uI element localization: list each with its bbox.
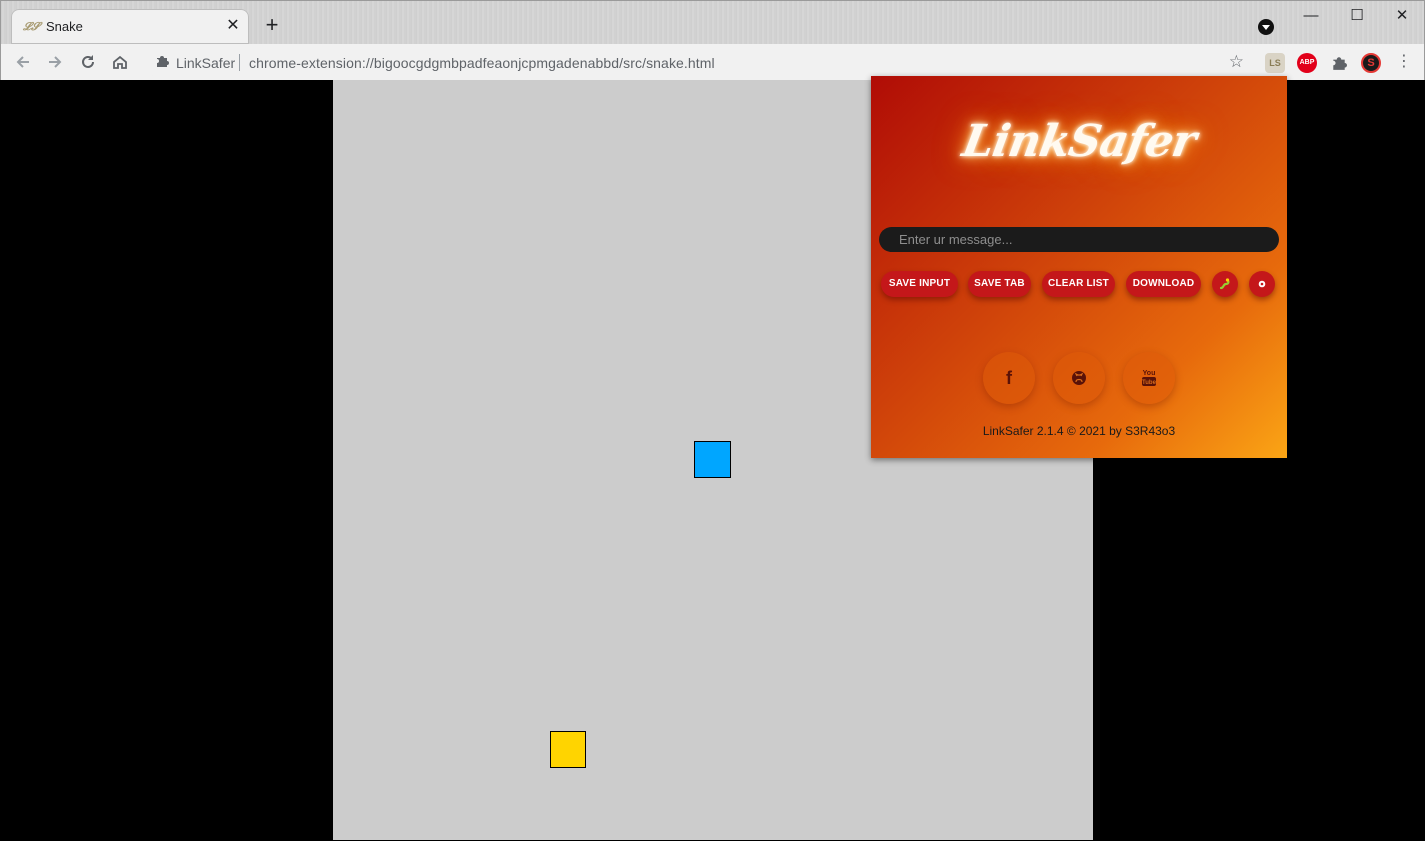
tab-close-icon[interactable]: ✕ xyxy=(223,16,243,36)
address-origin: LinkSafer xyxy=(176,55,236,71)
save-input-button[interactable]: SAVE INPUT xyxy=(881,271,958,297)
address-separator xyxy=(239,54,240,71)
linksafer-extension-icon[interactable]: LS xyxy=(1265,53,1285,73)
tab-snake[interactable]: 𝓛𝓢 Snake ✕ xyxy=(11,9,249,44)
snake-game-button[interactable] xyxy=(1212,271,1238,297)
profile-menu-icon[interactable] xyxy=(1258,19,1274,35)
home-icon[interactable] xyxy=(107,50,133,74)
gear-icon xyxy=(1257,280,1267,292)
linksafer-favicon-icon: 𝓛𝓢 xyxy=(23,21,40,33)
message-input[interactable] xyxy=(879,227,1279,252)
address-url[interactable]: chrome-extension://bigoocgdgmbpadfeaonjc… xyxy=(249,55,715,71)
youtube-link[interactable]: You Tube xyxy=(1123,352,1175,404)
reload-icon[interactable] xyxy=(75,50,101,74)
extensions-puzzle-icon[interactable] xyxy=(1329,53,1349,73)
popup-footer: LinkSafer 2.1.4 © 2021 by S3R43o3 xyxy=(982,424,1176,438)
linksafer-logo: LinkSafer xyxy=(958,116,1200,167)
back-icon[interactable] xyxy=(10,50,36,74)
close-window-button[interactable]: ✕ xyxy=(1379,5,1425,27)
browser-window-frame: 𝓛𝓢 Snake ✕ + — ☐ ✕ LinkSafer chrome-exte… xyxy=(0,0,1425,81)
snake-segment xyxy=(694,441,731,478)
extension-puzzle-icon xyxy=(154,54,170,70)
facebook-icon: f xyxy=(1006,368,1012,388)
facebook-link[interactable]: f xyxy=(983,352,1035,404)
linksafer-popup: LinkSafer SAVE INPUT SAVE TAB CLEAR LIST… xyxy=(871,76,1287,458)
save-tab-button[interactable]: SAVE TAB xyxy=(968,271,1031,297)
red-s-extension-icon[interactable]: S xyxy=(1361,53,1381,73)
maximize-button[interactable]: ☐ xyxy=(1334,5,1380,27)
github-icon xyxy=(1071,370,1087,390)
snake-icon xyxy=(1218,278,1232,294)
youtube-icon: You Tube xyxy=(1140,370,1158,392)
tab-title: Snake xyxy=(46,19,83,34)
settings-button[interactable] xyxy=(1249,271,1275,297)
bookmark-star-icon[interactable]: ☆ xyxy=(1229,52,1244,72)
svg-text:Tube: Tube xyxy=(1142,380,1157,386)
github-link[interactable] xyxy=(1053,352,1105,404)
clear-list-button[interactable]: CLEAR LIST xyxy=(1042,271,1115,297)
snake-food xyxy=(550,731,586,768)
svg-text:You: You xyxy=(1143,370,1156,377)
minimize-button[interactable]: — xyxy=(1288,5,1334,27)
chrome-menu-icon[interactable]: ⋮ xyxy=(1391,50,1417,74)
address-bar[interactable]: LinkSafer chrome-extension://bigoocgdgmb… xyxy=(144,48,1254,77)
new-tab-button[interactable]: + xyxy=(260,13,284,37)
adblock-plus-icon[interactable]: ABP xyxy=(1297,53,1317,73)
download-button[interactable]: DOWNLOAD xyxy=(1126,271,1201,297)
forward-icon[interactable] xyxy=(42,50,68,74)
tab-strip: 𝓛𝓢 Snake ✕ + — ☐ ✕ xyxy=(1,1,1424,44)
